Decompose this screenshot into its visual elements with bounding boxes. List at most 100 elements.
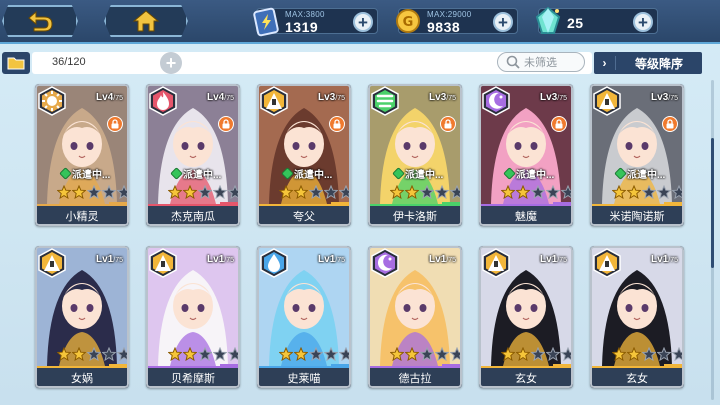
character-card[interactable]: 女娲 Lv1/75 xyxy=(35,246,129,388)
lock-badge[interactable] xyxy=(218,116,234,132)
character-name: 魅魔 xyxy=(479,204,573,226)
expand-slots-button[interactable]: + xyxy=(160,52,182,74)
star-empty-icon xyxy=(117,185,129,199)
star-empty-icon xyxy=(198,347,212,361)
star-empty-icon xyxy=(339,347,351,361)
star-empty-icon xyxy=(642,347,656,361)
level-max: /75 xyxy=(446,95,456,102)
top-bar: MAX:3800 1319 + G MAX:29000 9838 + 25 + xyxy=(0,0,720,44)
dispatch-icon xyxy=(614,167,627,180)
filter-bar: 36/120 + 未筛选 › 等级降序 xyxy=(0,50,720,76)
gold-coin-icon: G xyxy=(396,9,420,33)
stamina-card-icon xyxy=(253,7,279,37)
sort-label: 等级降序 xyxy=(634,56,683,71)
level-max: /75 xyxy=(335,257,345,264)
star-rating xyxy=(57,185,129,199)
level-max: /75 xyxy=(113,257,123,264)
level-label: Lv1/75 xyxy=(207,254,234,265)
character-name-label: 玄女 xyxy=(515,373,537,385)
character-card[interactable]: 玄女 Lv1/75 xyxy=(479,246,573,388)
lock-badge[interactable] xyxy=(107,116,123,132)
folder-button[interactable] xyxy=(2,52,30,74)
level-label: Lv1/75 xyxy=(651,254,678,265)
star-empty-icon xyxy=(213,185,227,199)
gold-resource: G MAX:29000 9838 + xyxy=(396,8,518,35)
level-label: Lv3/75 xyxy=(429,92,456,103)
character-card[interactable]: 德古拉 Lv1/75 xyxy=(368,246,462,388)
star-empty-icon xyxy=(339,185,351,199)
character-name-label: 德古拉 xyxy=(398,373,432,385)
star-empty-icon xyxy=(198,185,212,199)
star-empty-icon xyxy=(102,185,116,199)
filter-status-label: 未筛选 xyxy=(524,57,557,69)
star-filled-icon xyxy=(405,347,419,361)
level-value: Lv1 xyxy=(429,254,447,265)
home-icon xyxy=(132,10,160,32)
dispatch-status: 派遣中... xyxy=(281,166,333,181)
star-filled-icon xyxy=(516,347,530,361)
filter-search-button[interactable]: 未筛选 xyxy=(497,52,585,72)
lock-badge[interactable] xyxy=(551,116,567,132)
star-rating xyxy=(168,185,240,199)
character-card[interactable]: 魅魔 Lv3/75 派遣中... xyxy=(479,84,573,226)
home-button[interactable] xyxy=(104,5,188,37)
scrollbar-thumb[interactable] xyxy=(711,138,714,268)
add-stamina-button[interactable]: + xyxy=(353,12,373,32)
character-card[interactable]: 夸父 Lv3/75 派遣中... xyxy=(257,84,351,226)
level-label: Lv1/75 xyxy=(540,254,567,265)
star-empty-icon xyxy=(450,347,462,361)
dispatch-label: 派遣中... xyxy=(627,170,666,181)
lock-badge[interactable] xyxy=(329,116,345,132)
star-filled-icon xyxy=(183,185,197,199)
star-empty-icon xyxy=(117,347,129,361)
character-card[interactable]: 杰克南瓜 Lv4/75 派遣中... xyxy=(146,84,240,226)
gem-value: 25 xyxy=(567,15,584,31)
character-card[interactable]: 伊卡洛斯 Lv3/75 派遣中... xyxy=(368,84,462,226)
character-name: 玄女 xyxy=(479,366,573,388)
character-name: 伊卡洛斯 xyxy=(368,204,462,226)
level-value: Lv1 xyxy=(96,254,114,265)
level-value: Lv1 xyxy=(651,254,669,265)
star-empty-icon xyxy=(435,185,449,199)
character-card[interactable]: 米诺陶诺斯 Lv3/75 派遣中... xyxy=(590,84,684,226)
add-gold-button[interactable]: + xyxy=(493,12,513,32)
element-wind-icon xyxy=(371,86,399,116)
lock-badge[interactable] xyxy=(662,116,678,132)
star-filled-icon xyxy=(612,185,626,199)
character-card[interactable]: 贝希摩斯 Lv1/75 xyxy=(146,246,240,388)
star-empty-icon xyxy=(102,347,116,361)
back-button[interactable] xyxy=(2,5,78,37)
level-max: /75 xyxy=(668,257,678,264)
dispatch-status: 派遣中... xyxy=(392,166,443,181)
sort-button[interactable]: › 等级降序 xyxy=(594,52,702,74)
character-card[interactable]: 史莱喵 Lv1/75 xyxy=(257,246,351,388)
level-label: Lv1/75 xyxy=(429,254,456,265)
lock-badge[interactable] xyxy=(440,116,456,132)
character-name: 夸父 xyxy=(257,204,351,226)
add-gems-button[interactable]: + xyxy=(633,12,653,32)
level-value: Lv3 xyxy=(540,92,558,103)
star-rating xyxy=(279,185,351,199)
dispatch-status: 派遣中... xyxy=(170,166,221,181)
character-count: 36/120 xyxy=(52,56,86,68)
character-name: 小精灵 xyxy=(35,204,129,226)
dispatch-label: 派遣中... xyxy=(72,170,111,181)
level-label: Lv4/75 xyxy=(96,92,123,103)
dispatch-status: 派遣中... xyxy=(59,166,111,181)
lock-icon xyxy=(555,119,563,129)
dispatch-label: 派遣中... xyxy=(294,170,333,181)
character-name-label: 米诺陶诺斯 xyxy=(609,211,665,223)
character-card[interactable]: 玄女 Lv1/75 xyxy=(590,246,684,388)
character-name-label: 玄女 xyxy=(626,373,648,385)
star-empty-icon xyxy=(309,185,323,199)
character-card[interactable]: 小精灵 Lv4/75 派遣中... xyxy=(35,84,129,226)
character-name-label: 史莱喵 xyxy=(287,373,321,385)
star-empty-icon xyxy=(642,185,656,199)
star-empty-icon xyxy=(672,347,684,361)
level-value: Lv4 xyxy=(96,92,114,103)
level-label: Lv1/75 xyxy=(318,254,345,265)
level-value: Lv3 xyxy=(429,92,447,103)
element-water-icon xyxy=(260,248,288,278)
character-name-label: 贝希摩斯 xyxy=(171,373,215,385)
star-empty-icon xyxy=(657,347,671,361)
